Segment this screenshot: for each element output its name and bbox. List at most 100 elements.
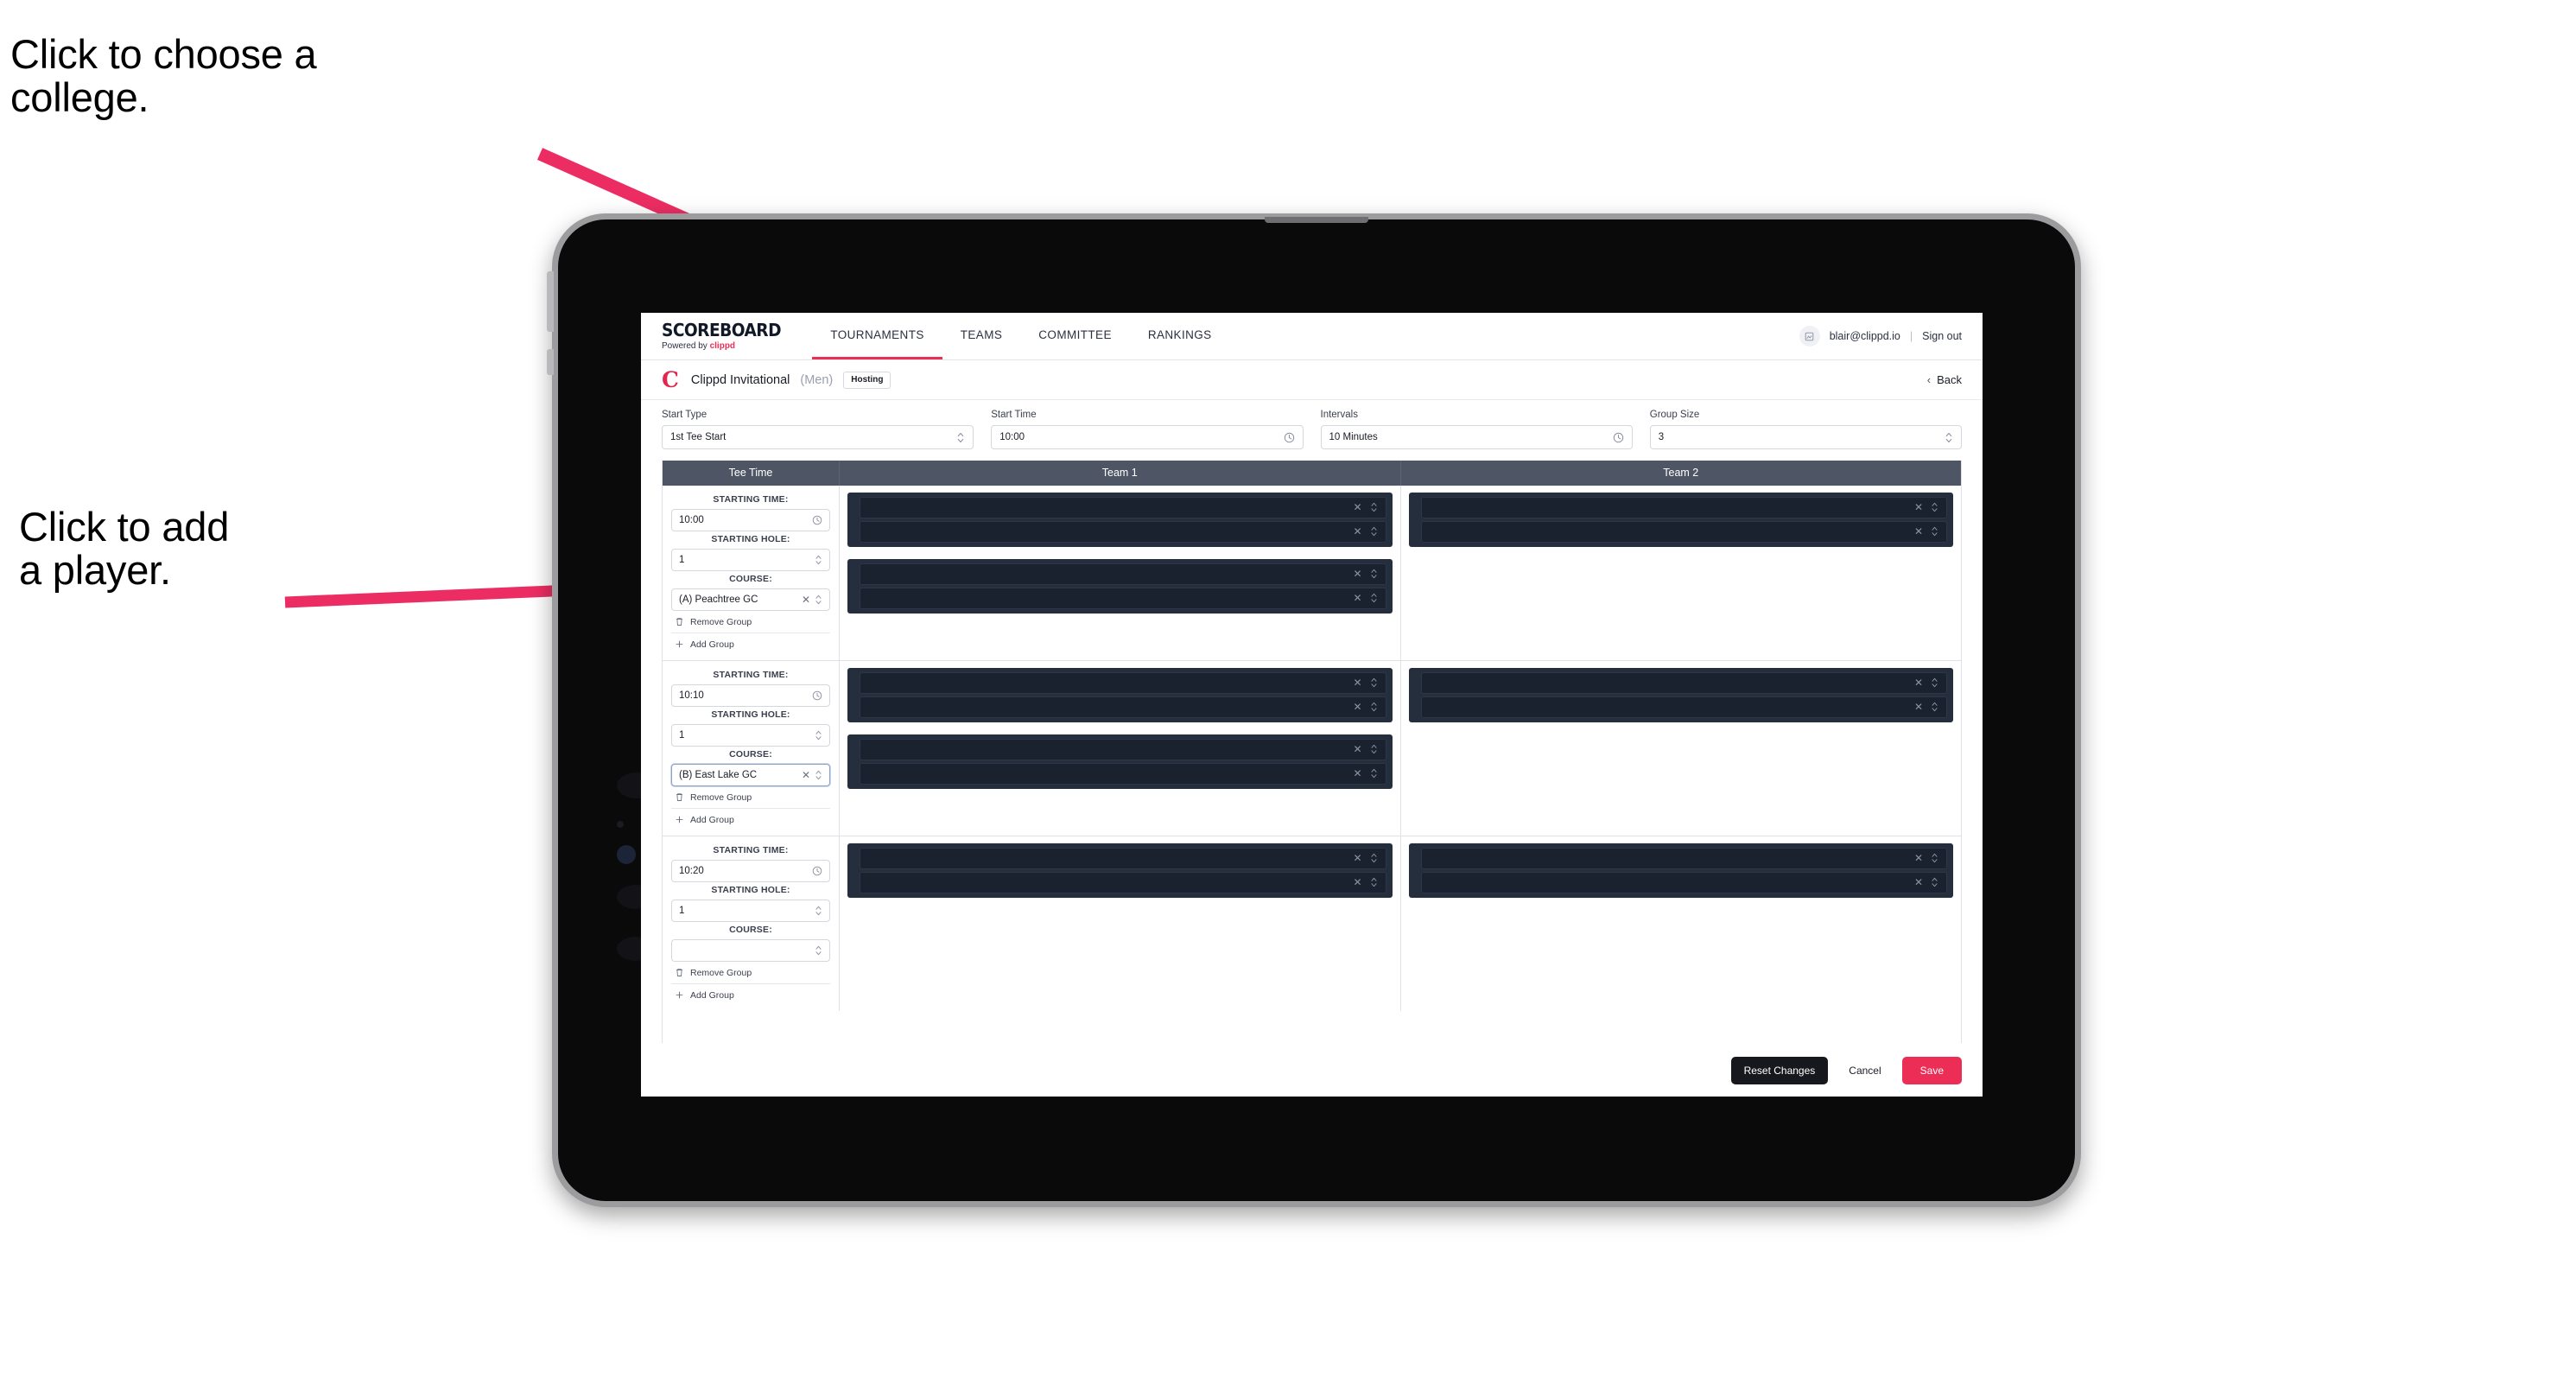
nav-tab-teams[interactable]: TEAMS (942, 313, 1021, 359)
clear-course-icon[interactable]: ✕ (802, 769, 810, 781)
player-slot[interactable]: ✕ (860, 847, 1386, 869)
remove-player-icon[interactable]: ✕ (1353, 877, 1361, 887)
chevron-updown-icon[interactable] (1931, 702, 1938, 712)
remove-player-icon[interactable]: ✕ (1914, 526, 1923, 537)
chevron-updown-icon[interactable] (1370, 744, 1378, 754)
player-slot[interactable]: ✕ (860, 738, 1386, 760)
team-2-player-group: ✕ ✕ (1408, 492, 1953, 547)
team-1-player-group: ✕ ✕ (847, 842, 1393, 898)
course-label: COURSE: (729, 573, 772, 584)
player-slot[interactable]: ✕ (860, 587, 1386, 609)
player-slot[interactable]: ✕ (1420, 871, 1947, 893)
chevron-updown-icon[interactable] (1370, 526, 1378, 537)
nav-tab-rankings[interactable]: RANKINGS (1130, 313, 1230, 359)
chevron-updown-icon[interactable] (1370, 853, 1378, 863)
remove-player-icon[interactable]: ✕ (1353, 677, 1361, 688)
intervals-input[interactable]: 10 Minutes (1320, 425, 1633, 449)
reset-changes-button[interactable]: Reset Changes (1730, 1056, 1829, 1084)
remove-player-icon[interactable]: ✕ (1353, 569, 1361, 579)
player-slot[interactable]: ✕ (860, 520, 1386, 543)
add-group-button[interactable]: Add Group (671, 982, 830, 1006)
start-type-value: 1st Tee Start (670, 432, 726, 442)
starting-time-value: 10:10 (679, 690, 704, 701)
chevron-updown-icon[interactable] (1931, 526, 1938, 537)
player-slot[interactable]: ✕ (860, 563, 1386, 585)
save-button[interactable]: Save (1901, 1056, 1962, 1084)
player-slot[interactable]: ✕ (860, 696, 1386, 718)
add-group-button[interactable]: Add Group (671, 632, 830, 655)
chevron-updown-icon[interactable] (1370, 877, 1378, 887)
course-select[interactable] (671, 938, 830, 962)
nav-tab-tournaments-label: TOURNAMENTS (830, 328, 924, 341)
starting-hole-stepper[interactable]: 1 (671, 723, 830, 747)
player-slot[interactable]: ✕ (1420, 847, 1947, 869)
player-slot[interactable]: ✕ (860, 871, 1386, 893)
clear-course-icon[interactable]: ✕ (802, 594, 810, 606)
remove-player-icon[interactable]: ✕ (1914, 853, 1923, 863)
group-size-stepper[interactable]: 3 (1649, 425, 1962, 449)
remove-group-button[interactable]: Remove Group (671, 611, 830, 633)
field-group-size: Group Size 3 (1649, 410, 1962, 449)
remove-player-icon[interactable]: ✕ (1353, 526, 1361, 537)
remove-player-icon[interactable]: ✕ (1914, 502, 1923, 512)
starting-hole-stepper[interactable]: 1 (671, 548, 830, 571)
remove-player-icon[interactable]: ✕ (1914, 702, 1923, 712)
device-volume-button[interactable] (547, 271, 554, 332)
user-avatar-icon[interactable] (1799, 326, 1820, 346)
course-select[interactable]: (A) Peachtree GC ✕ (671, 588, 830, 611)
chevron-updown-icon[interactable] (1931, 677, 1938, 688)
chevron-updown-icon[interactable] (1370, 593, 1378, 603)
player-slot[interactable]: ✕ (1420, 671, 1947, 694)
remove-player-icon[interactable]: ✕ (1353, 593, 1361, 603)
player-slot[interactable]: ✕ (860, 496, 1386, 518)
remove-player-icon[interactable]: ✕ (1353, 744, 1361, 754)
start-time-input[interactable]: 10:00 (991, 425, 1304, 449)
scoreboard-logo[interactable]: SCOREBOARD Powered by clippd (662, 313, 812, 359)
starting-time-input[interactable]: 10:10 (671, 683, 830, 707)
starting-hole-stepper[interactable]: 1 (671, 899, 830, 922)
team-1-cell: ✕ ✕ ✕ ✕ (840, 485, 1401, 660)
remove-player-icon[interactable]: ✕ (1353, 702, 1361, 712)
player-slot[interactable]: ✕ (1420, 496, 1947, 518)
starting-time-input[interactable]: 10:20 (671, 859, 830, 882)
chevron-updown-icon[interactable] (1370, 768, 1378, 779)
chevron-updown-icon[interactable] (1931, 853, 1938, 863)
chevron-updown-icon[interactable] (1370, 502, 1378, 512)
remove-player-icon[interactable]: ✕ (1353, 502, 1361, 512)
clock-icon (1284, 432, 1295, 443)
remove-player-icon[interactable]: ✕ (1353, 768, 1361, 779)
remove-player-icon[interactable]: ✕ (1914, 677, 1923, 688)
remove-group-button[interactable]: Remove Group (671, 962, 830, 983)
chevron-updown-icon[interactable] (1370, 569, 1378, 579)
player-slot[interactable]: ✕ (1420, 696, 1947, 718)
chevron-updown-icon[interactable] (1370, 677, 1378, 688)
field-start-type-label: Start Type (662, 410, 707, 420)
hosting-badge: Hosting (843, 371, 891, 389)
starting-time-label: STARTING TIME: (713, 844, 789, 855)
remove-player-icon[interactable]: ✕ (1353, 853, 1361, 863)
add-group-button[interactable]: Add Group (671, 807, 830, 830)
back-link[interactable]: ‹ Back (1927, 373, 1962, 386)
starting-time-input[interactable]: 10:00 (671, 508, 830, 531)
remove-player-icon[interactable]: ✕ (1914, 877, 1923, 887)
course-select[interactable]: (B) East Lake GC ✕ (671, 763, 830, 786)
nav-user-area: blair@clippd.io | Sign out (1799, 313, 1983, 359)
sign-out-link[interactable]: Sign out (1922, 330, 1962, 342)
chevron-updown-icon[interactable] (1931, 877, 1938, 887)
cancel-button[interactable]: Cancel (1831, 1057, 1898, 1084)
chevron-updown-icon[interactable] (1370, 702, 1378, 712)
chevron-updown-icon[interactable] (1931, 502, 1938, 512)
start-type-select[interactable]: 1st Tee Start (662, 425, 974, 449)
device-power-button[interactable] (547, 349, 554, 375)
field-start-time-label: Start Time (991, 410, 1037, 420)
chevron-updown-icon (815, 730, 822, 741)
trash-icon (675, 968, 684, 977)
nav-tab-committee[interactable]: COMMITTEE (1020, 313, 1130, 359)
player-slot[interactable]: ✕ (860, 762, 1386, 785)
player-slot[interactable]: ✕ (1420, 520, 1947, 543)
starting-hole-label: STARTING HOLE: (711, 533, 790, 544)
remove-group-button[interactable]: Remove Group (671, 786, 830, 808)
player-slot[interactable]: ✕ (860, 671, 1386, 694)
nav-tab-tournaments[interactable]: TOURNAMENTS (812, 313, 942, 359)
logo-tagline-brand: clippd (709, 341, 736, 351)
